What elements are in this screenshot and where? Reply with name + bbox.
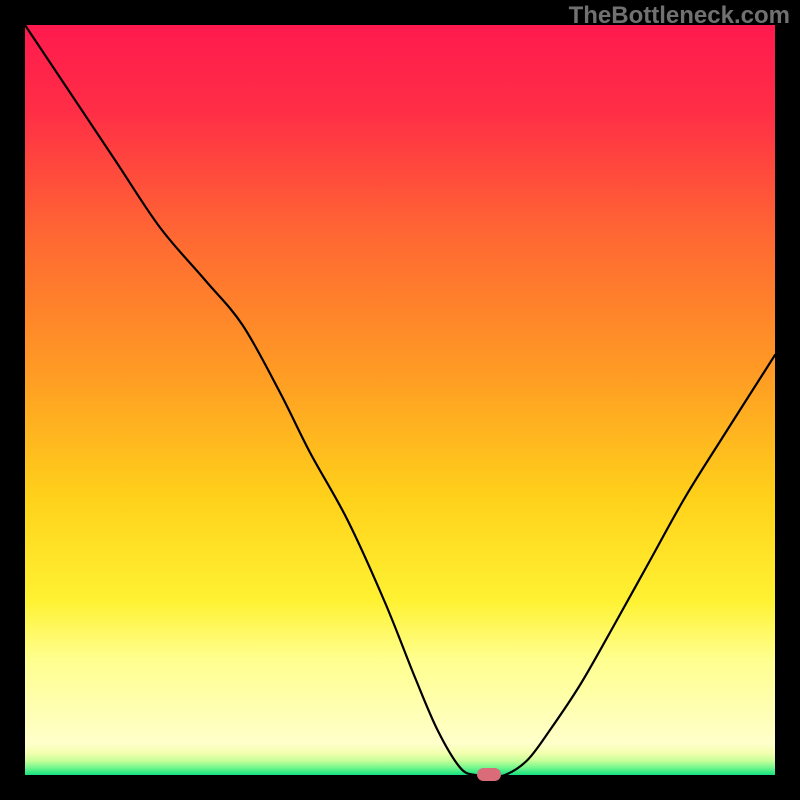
- optimal-marker: [477, 768, 501, 781]
- bottleneck-plot: [25, 25, 775, 775]
- gradient-bottom: [25, 743, 775, 775]
- chart-container: TheBottleneck.com: [0, 0, 800, 800]
